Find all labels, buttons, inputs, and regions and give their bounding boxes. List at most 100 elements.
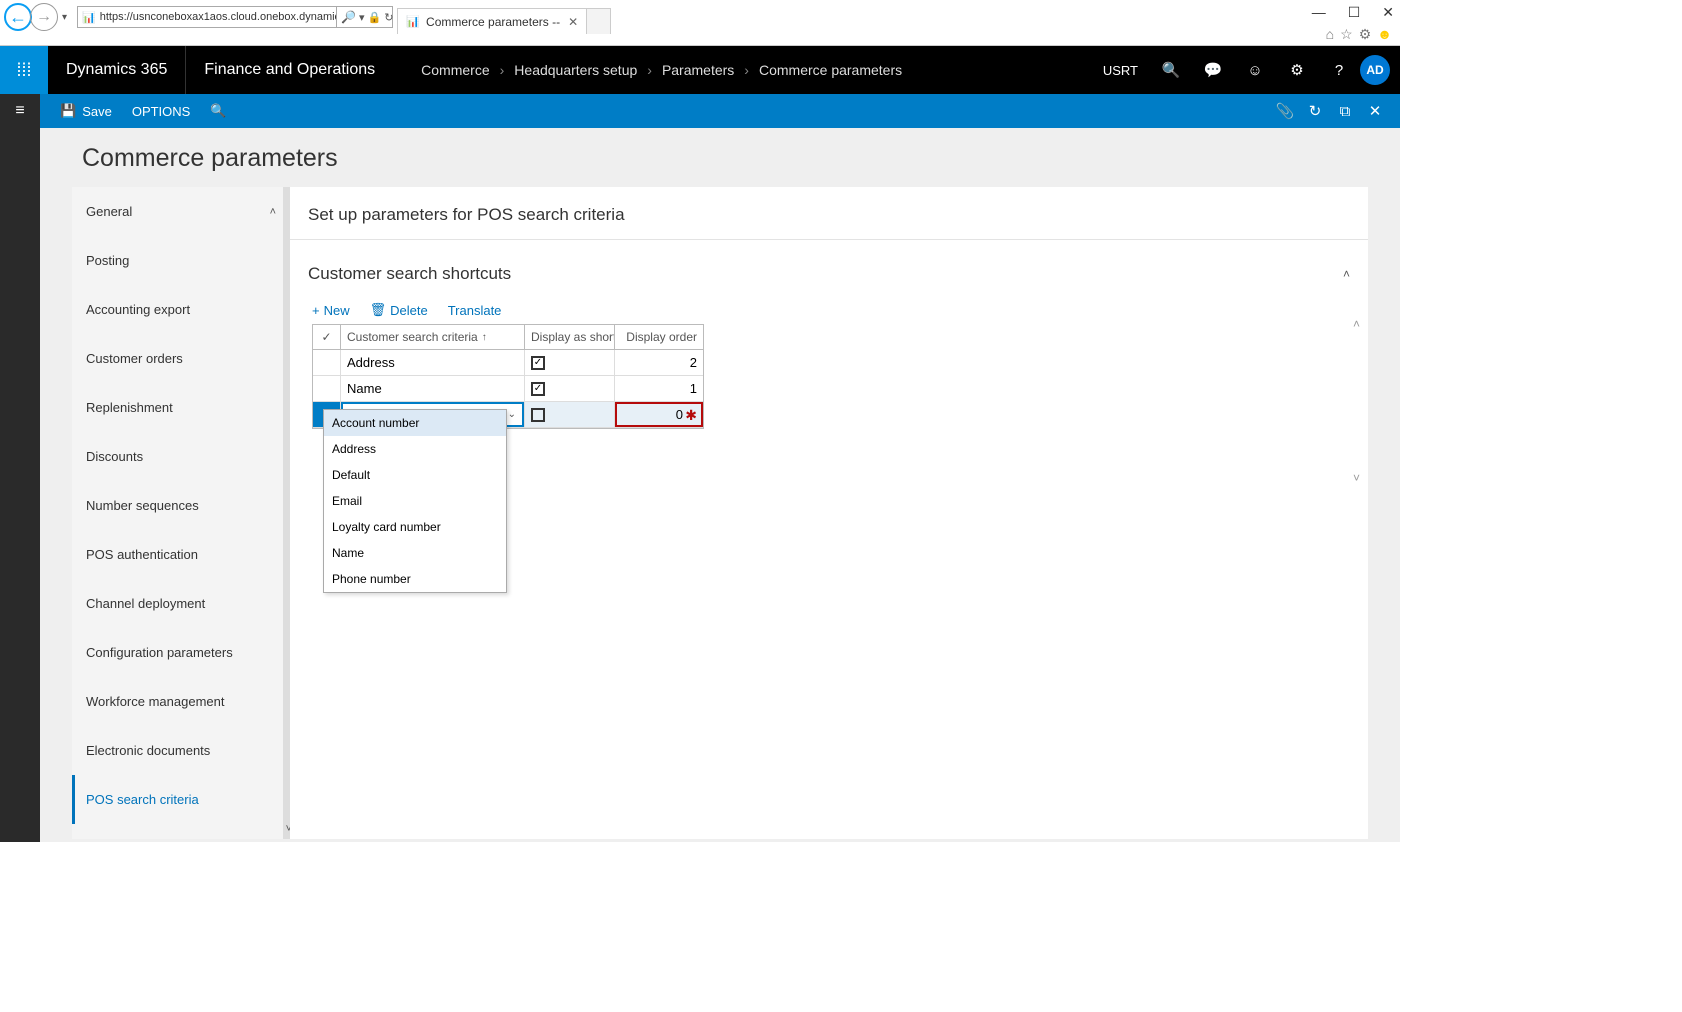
dropdown-option[interactable]: Phone number [324, 566, 506, 592]
office-icon[interactable]: 📎 [1270, 94, 1300, 128]
module-title[interactable]: Finance and Operations [185, 46, 393, 94]
dropdown-option[interactable]: Email [324, 488, 506, 514]
search-icon[interactable]: 🔍 [1150, 46, 1192, 94]
form-sidenav: General˄PostingAccounting export Customer… [72, 187, 290, 839]
sidenav-item-replenishment[interactable]: Replenishment [72, 383, 290, 432]
dropdown-option[interactable]: Address [324, 436, 506, 462]
browser-chrome: ← → ▾ 📊 https://usnconeboxax1aos.cloud.o… [0, 0, 1400, 46]
sidenav-item-customer-orders[interactable]: Customer orders [72, 334, 290, 383]
required-asterisk-icon: ✱ [685, 408, 697, 422]
criteria-cell[interactable]: Name [341, 376, 525, 401]
bc-1[interactable]: Headquarters setup [514, 62, 637, 78]
lock-icon: 🔒 [368, 11, 382, 24]
shortcut-checkbox[interactable] [531, 408, 545, 422]
shortcut-cell[interactable]: ✓ [525, 350, 615, 375]
dropdown-option[interactable]: Default [324, 462, 506, 488]
order-cell[interactable]: 1 [615, 376, 703, 401]
sidenav-splitter[interactable] [283, 187, 290, 839]
bc-2[interactable]: Parameters [662, 62, 734, 78]
sidenav-item-label: POS authentication [86, 547, 198, 562]
settings-icon[interactable]: ⚙ [1276, 46, 1318, 94]
section-header: Set up parameters for POS search criteri… [308, 205, 1350, 225]
bc-3[interactable]: Commerce parameters [759, 62, 902, 78]
help-icon[interactable]: ? [1318, 46, 1360, 94]
fasttab-header[interactable]: Customer search shortcuts ˄ [308, 254, 1350, 294]
sidenav-item-number-sequences[interactable]: Number sequences [72, 481, 290, 530]
dropdown-option[interactable]: Name [324, 540, 506, 566]
messages-icon[interactable]: 💬 [1192, 46, 1234, 94]
sidenav-item-general[interactable]: General˄ [72, 187, 290, 236]
select-all-checkbox[interactable]: ✓ [313, 325, 341, 349]
sidenav-item-pos-authentication[interactable]: POS authentication [72, 530, 290, 579]
sidenav-item-label: Discounts [86, 449, 143, 464]
sidenav-item-label: Configuration parameters [86, 645, 233, 660]
shortcut-checkbox[interactable]: ✓ [531, 356, 545, 370]
hamburger-icon[interactable]: ≡ [0, 94, 40, 128]
company-picker[interactable]: USRT [1091, 63, 1150, 78]
sidenav-item-label: Customer orders [86, 351, 183, 366]
col-shortcut[interactable]: Display as short... [525, 325, 615, 349]
sidenav-item-channel-deployment[interactable]: Channel deployment [72, 579, 290, 628]
window-close-button[interactable]: ✕ [1382, 4, 1394, 21]
close-form-icon[interactable]: ✕ [1360, 94, 1390, 128]
emoji-icon[interactable]: ☻ [1377, 26, 1392, 43]
row-select-checkbox[interactable] [313, 376, 341, 401]
browser-back-button[interactable]: ← [4, 3, 32, 31]
chevron-up-icon: ˄ [270, 206, 276, 218]
row-select-checkbox[interactable] [313, 350, 341, 375]
delete-button[interactable]: 🗑Delete [370, 302, 428, 318]
refresh-icon[interactable]: ↻ [384, 11, 393, 24]
feedback-icon[interactable]: ☺ [1234, 46, 1276, 94]
criteria-dropdown[interactable]: Account numberAddressDefaultEmailLoyalty… [323, 409, 507, 593]
scroll-up-icon[interactable]: ˄ [1353, 317, 1360, 331]
sidenav-item-label: Workforce management [86, 694, 225, 709]
actionbar-search-icon[interactable]: 🔍 [200, 94, 236, 128]
shortcut-cell[interactable] [525, 402, 615, 427]
dropdown-option[interactable]: Account number [324, 410, 506, 436]
sidenav-item-discounts[interactable]: Discounts [72, 432, 290, 481]
home-icon[interactable]: ⌂ [1326, 26, 1334, 43]
sidenav-item-configuration-parameters[interactable]: Configuration parameters [72, 628, 290, 677]
url-controls[interactable]: 🔎 ▾ 🔒 ↻ [337, 6, 393, 28]
chevron-down-icon: ⌄ [508, 409, 516, 420]
table-row[interactable]: Name ✓ 1 [313, 376, 703, 402]
window-restore-button[interactable]: ☐ [1348, 4, 1361, 21]
favicon-icon: 📊 [406, 15, 420, 29]
options-button[interactable]: OPTIONS [122, 94, 201, 128]
browser-forward-button[interactable]: → [30, 3, 58, 31]
save-button[interactable]: 💾 Save [50, 94, 122, 128]
sidenav-item-label: Replenishment [86, 400, 173, 415]
refresh-icon[interactable]: ↻ [1300, 94, 1330, 128]
new-tab-button[interactable] [587, 8, 611, 34]
window-minimize-button[interactable]: — [1312, 4, 1326, 21]
popout-icon[interactable]: ⧉ [1330, 94, 1360, 128]
criteria-cell[interactable]: Address [341, 350, 525, 375]
avatar[interactable]: AD [1360, 55, 1390, 85]
sidenav-item-posting[interactable]: Posting [72, 236, 290, 285]
browser-tab[interactable]: 📊 Commerce parameters -- ✕ [397, 8, 587, 34]
table-row[interactable]: Address ✓ 2 [313, 350, 703, 376]
sidenav-item-workforce-management[interactable]: Workforce management [72, 677, 290, 726]
browser-recent-button[interactable]: ▾ [58, 12, 71, 23]
favorites-icon[interactable]: ☆ [1340, 26, 1353, 43]
col-order[interactable]: Display order [615, 325, 703, 349]
shortcut-checkbox[interactable]: ✓ [531, 382, 545, 396]
grid-header: ✓ Customer search criteria ↑ Display as … [313, 325, 703, 350]
product-title[interactable]: Dynamics 365 [48, 61, 185, 79]
sidenav-item-accounting-export[interactable]: Accounting export [72, 285, 290, 334]
sidenav-item-pos-search-criteria[interactable]: POS search criteria [72, 775, 290, 824]
col-criteria[interactable]: Customer search criteria ↑ [341, 325, 525, 349]
tools-icon[interactable]: ⚙ [1359, 26, 1372, 43]
app-launcher-icon[interactable]: ⁞⁞⁞ [0, 46, 48, 94]
shortcut-cell[interactable]: ✓ [525, 376, 615, 401]
sidenav-item-electronic-documents[interactable]: Electronic documents [72, 726, 290, 775]
translate-button[interactable]: Translate [448, 302, 502, 318]
close-tab-icon[interactable]: ✕ [568, 15, 578, 29]
url-bar[interactable]: 📊 https://usnconeboxax1aos.cloud.onebox.… [77, 6, 337, 28]
dropdown-option[interactable]: Loyalty card number [324, 514, 506, 540]
scroll-down-icon[interactable]: ˅ [1353, 471, 1360, 485]
new-button[interactable]: +New [312, 302, 350, 318]
order-cell[interactable]: 2 [615, 350, 703, 375]
bc-0[interactable]: Commerce [421, 62, 489, 78]
order-cell[interactable]: 0✱ [615, 402, 703, 427]
